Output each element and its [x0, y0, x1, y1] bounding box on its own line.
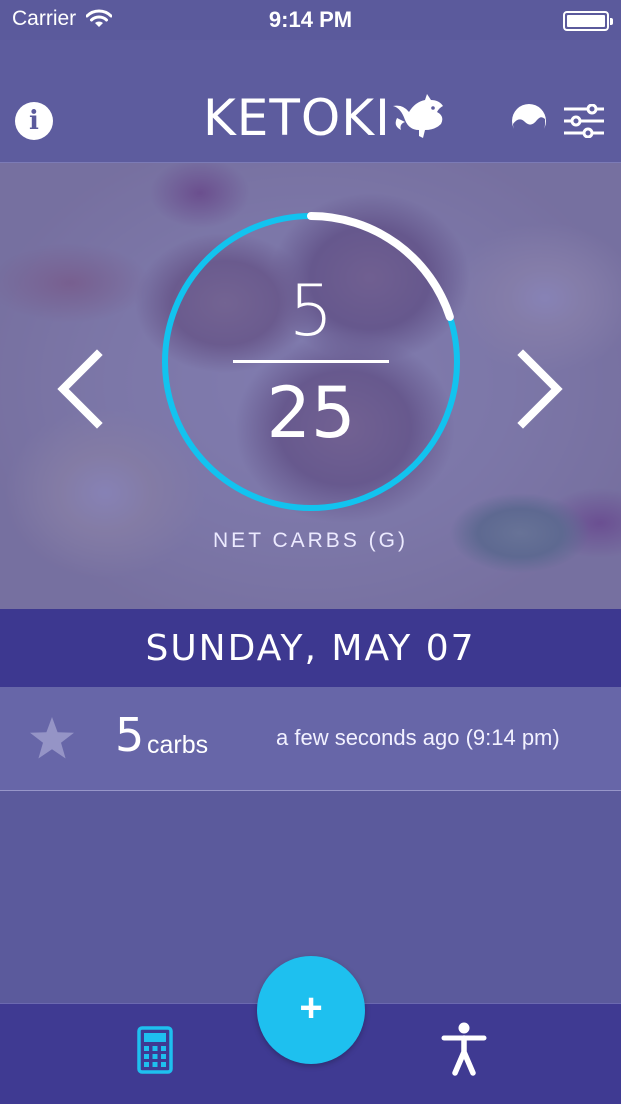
chevron-right-icon[interactable] — [515, 349, 565, 429]
mode-toggle-icon[interactable] — [510, 102, 548, 140]
info-button[interactable]: i — [15, 102, 53, 140]
person-icon[interactable] — [441, 1022, 487, 1076]
app-logo: KETOKI — [203, 88, 447, 148]
battery-icon — [563, 11, 613, 31]
date-bar: SUNDAY, MAY 07 — [0, 609, 621, 687]
net-carbs-value: 5 — [288, 270, 334, 352]
chevron-left-icon[interactable] — [55, 349, 105, 429]
nav-header: i KETOKI — [0, 40, 621, 163]
status-bar: Carrier 9:14 PM — [0, 0, 621, 40]
entry-time: a few seconds ago (9:14 pm) — [276, 725, 560, 750]
fraction-divider — [233, 360, 389, 363]
add-entry-button[interactable]: + — [257, 956, 365, 1064]
entry-amount: 5 — [115, 708, 145, 762]
star-icon[interactable] — [28, 715, 76, 761]
net-carbs-goal: 25 — [266, 372, 356, 454]
net-carbs-label: NET CARBS (G) — [213, 529, 408, 552]
logo-text: KETOKI — [203, 89, 391, 147]
flying-pig-icon — [392, 94, 443, 138]
carbs-summary-hero: 5 25 NET CARBS (G) — [0, 163, 621, 609]
calculator-icon[interactable] — [137, 1026, 173, 1074]
entry-unit: carbs — [147, 731, 209, 759]
date-label: SUNDAY, MAY 07 — [145, 627, 476, 669]
list-item[interactable]: 5 carbs a few seconds ago (9:14 pm) — [0, 687, 621, 791]
settings-sliders-icon[interactable] — [562, 104, 606, 138]
status-time: 9:14 PM — [268, 7, 353, 32]
